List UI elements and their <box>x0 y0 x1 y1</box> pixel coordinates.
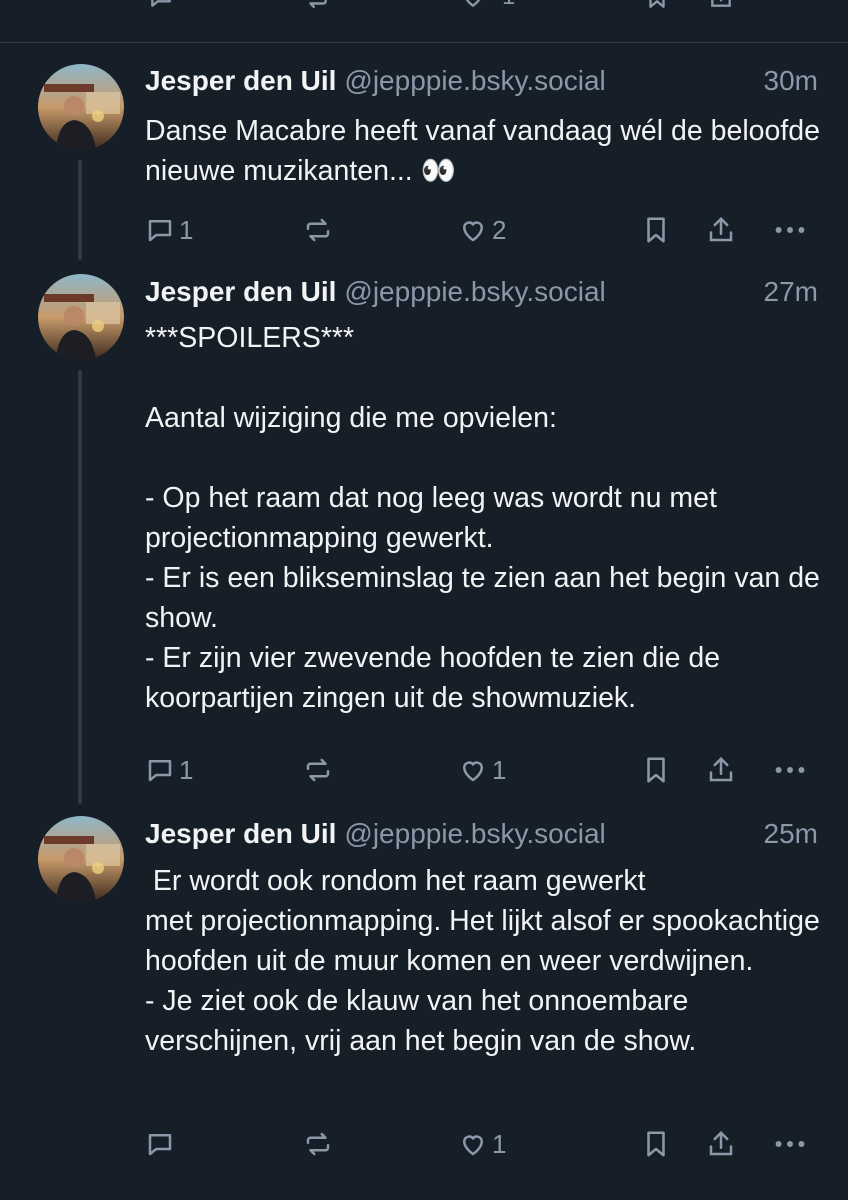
author-name[interactable]: Jesper den Uil <box>145 818 336 849</box>
like-button[interactable]: 1 <box>458 750 506 786</box>
heart-icon <box>462 1135 484 1156</box>
avatar[interactable] <box>38 64 124 150</box>
bookmark-icon <box>647 1131 665 1157</box>
post-timestamp[interactable]: 25m <box>764 816 818 852</box>
reply-icon <box>148 760 172 782</box>
repost-button[interactable] <box>302 1124 338 1160</box>
author-name[interactable]: Jesper den Uil <box>145 65 336 96</box>
like-count: 2 <box>492 215 507 246</box>
post-header: Jesper den Uil @jepppie.bsky.social 30m <box>145 63 818 99</box>
post-text: ***SPOILERS*** Aantal wijziging die me o… <box>145 322 820 714</box>
more-icon <box>775 767 805 774</box>
bookmark-icon <box>647 757 665 783</box>
reply-icon <box>148 220 172 242</box>
reply-count: 1 <box>179 215 194 246</box>
post-text: Danse Macabre heeft vanaf vandaag wél de… <box>145 115 828 187</box>
share-icon <box>709 1131 733 1156</box>
heart-icon <box>462 761 484 782</box>
reply-button[interactable] <box>145 1124 179 1160</box>
author-name[interactable]: Jesper den Uil <box>145 276 336 307</box>
bookmark-button[interactable] <box>641 1124 671 1160</box>
like-count: 1 <box>492 1129 507 1160</box>
heart-icon <box>462 221 484 242</box>
post-timestamp[interactable]: 30m <box>764 63 818 99</box>
more-icon <box>775 227 805 234</box>
more-icon <box>775 1141 805 1148</box>
author-handle[interactable]: @jepppie.bsky.social <box>344 818 605 849</box>
like-button[interactable]: 2 <box>458 210 506 246</box>
bookmark-button[interactable] <box>641 750 671 786</box>
share-icon <box>709 757 733 782</box>
repost-button[interactable] <box>302 750 338 786</box>
post-header: Jesper den Uil @jepppie.bsky.social 25m <box>145 816 818 852</box>
author-handle[interactable]: @jepppie.bsky.social <box>344 65 605 96</box>
more-button[interactable] <box>774 1124 806 1160</box>
post-1[interactable]: Jesper den Uil @jepppie.bsky.social 30m D… <box>0 0 848 260</box>
author-handle[interactable]: @jepppie.bsky.social <box>344 276 605 307</box>
avatar[interactable] <box>38 816 124 902</box>
more-button[interactable] <box>774 750 806 786</box>
post-3[interactable]: Jesper den Uil @jepppie.bsky.social 25m E… <box>0 800 848 1200</box>
reply-button[interactable]: 1 <box>145 210 193 246</box>
share-icon <box>709 217 733 242</box>
post-header: Jesper den Uil @jepppie.bsky.social 27m <box>145 274 818 310</box>
repost-icon <box>306 1132 330 1156</box>
repost-icon <box>306 758 330 782</box>
repost-icon <box>306 218 330 242</box>
reply-button[interactable]: 1 <box>145 750 193 786</box>
more-button[interactable] <box>774 210 806 246</box>
bookmark-icon <box>647 217 665 243</box>
like-count: 1 <box>492 755 507 786</box>
like-button[interactable]: 1 <box>458 1124 506 1160</box>
post-text: Er wordt ook rondom het raam gewerkt met… <box>145 865 820 1057</box>
reply-icon <box>148 1134 172 1156</box>
repost-button[interactable] <box>302 210 338 246</box>
share-button[interactable] <box>706 1124 736 1160</box>
post-2[interactable]: Jesper den Uil @jepppie.bsky.social 27m *… <box>0 260 848 800</box>
share-button[interactable] <box>706 750 736 786</box>
reply-count: 1 <box>179 755 194 786</box>
share-button[interactable] <box>706 210 736 246</box>
post-timestamp[interactable]: 27m <box>764 274 818 310</box>
avatar[interactable] <box>38 274 124 360</box>
bookmark-button[interactable] <box>641 210 671 246</box>
